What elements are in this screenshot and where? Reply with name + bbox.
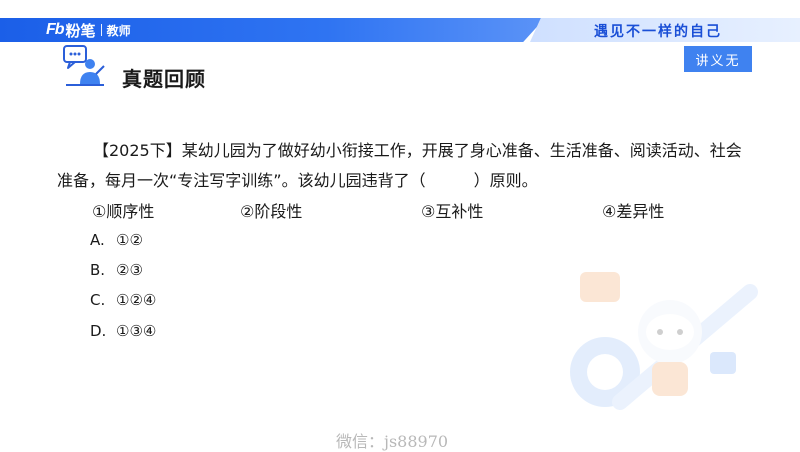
choice-letter: A.	[90, 231, 105, 249]
question-line-1: 【2025下】某幼儿园为了做好幼小衔接工作，开展了身心准备、生活准备、阅读活动、…	[93, 141, 742, 160]
choice-a[interactable]: A. ①②	[90, 231, 143, 249]
notes-tag: 讲义无	[684, 46, 752, 72]
choice-letter: D.	[90, 322, 107, 340]
logo-fb-mark: Fb	[46, 21, 65, 38]
question-line-2: 准备，每月一次“专注写字训练”。该幼儿园违背了（ ）原则。	[57, 171, 538, 190]
question-stem: 【2025下】某幼儿园为了做好幼小衔接工作，开展了身心准备、生活准备、阅读活动、…	[57, 136, 757, 196]
logo-name: 粉笔	[65, 21, 96, 40]
choice-text: ②③	[116, 261, 143, 279]
mascot-illustration	[570, 272, 758, 410]
statement-item-3: ③互补性	[421, 202, 484, 221]
watermark: 微信：js88970	[336, 432, 449, 451]
choice-b[interactable]: B. ②③	[90, 261, 143, 279]
statement-item-4: ④差异性	[602, 202, 665, 221]
statement-item-2: ②阶段性	[240, 202, 303, 221]
logo-divider	[100, 24, 102, 36]
choice-text: ①②	[116, 231, 143, 249]
choice-letter: C.	[90, 291, 106, 309]
slogan: 遇见不一样的自己	[594, 24, 722, 40]
header-bar: Fb 粉笔 教师 遇见不一样的自己	[0, 18, 800, 42]
choice-text: ①③④	[116, 322, 157, 340]
choice-d[interactable]: D. ①③④	[90, 322, 156, 340]
choice-c[interactable]: C. ①②④	[90, 291, 156, 309]
choice-letter: B.	[90, 261, 106, 279]
teacher-speech-icon	[63, 45, 105, 86]
logo-subtitle: 教师	[106, 23, 131, 38]
statement-item-1: ①顺序性	[92, 202, 155, 221]
section-title: 真题回顾	[122, 67, 206, 91]
brand-logo: Fb 粉笔 教师	[46, 20, 131, 40]
choice-text: ①②④	[116, 291, 157, 309]
